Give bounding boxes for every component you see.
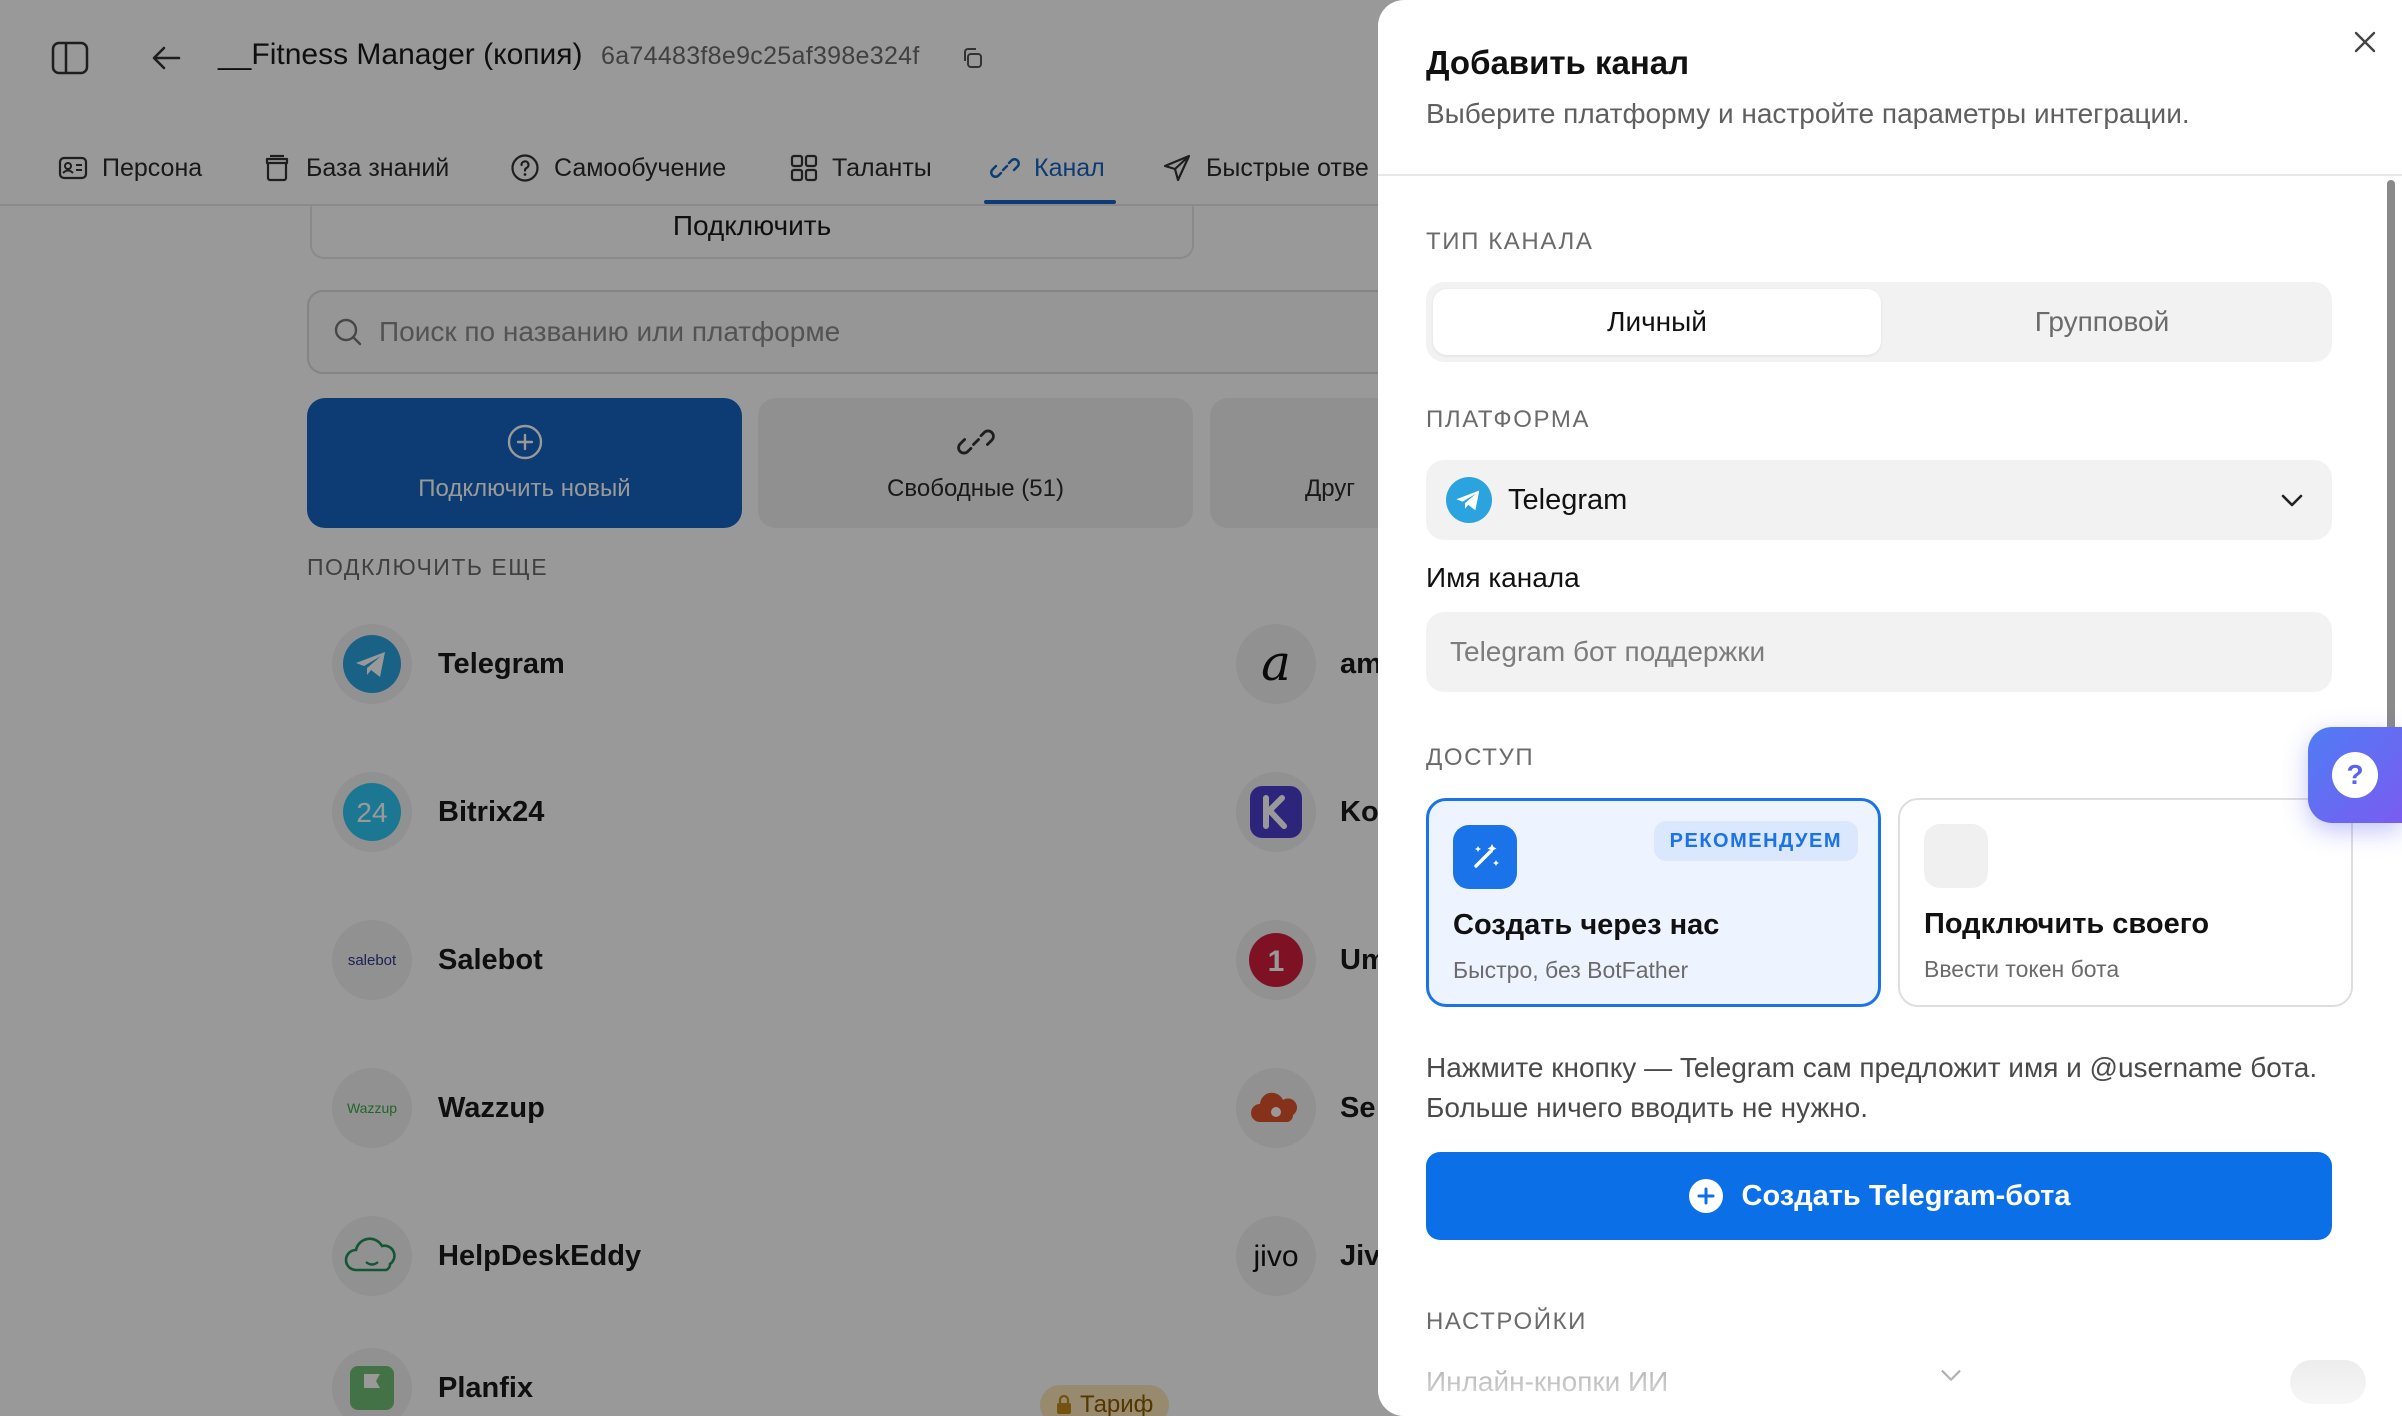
access-option-create[interactable]: РЕКОМЕНДУЕМ Создать через нас Быстро, бе… — [1426, 798, 1881, 1007]
channel-name-label: Имя канала — [1426, 562, 1580, 593]
recommended-badge: РЕКОМЕНДУЕМ — [1653, 821, 1858, 861]
chevron-down-icon[interactable] — [1936, 1360, 1966, 1390]
platform-select[interactable]: Telegram — [1426, 460, 2332, 540]
channel-type-personal[interactable]: Личный — [1433, 289, 1881, 355]
create-telegram-bot-button[interactable]: Создать Telegram-бота — [1426, 1152, 2332, 1240]
help-button[interactable]: ? — [2308, 727, 2402, 823]
channel-type-group[interactable]: Групповой — [1878, 289, 2326, 355]
help-icon: ? — [2332, 752, 2378, 798]
platform-heading: ПЛАТФОРМА — [1426, 406, 1591, 433]
panel-header: Добавить канал Выберите платформу и наст… — [1378, 0, 2402, 176]
create-bot-hint: Нажмите кнопку — Telegram сам предложит … — [1426, 1052, 2318, 1123]
panel-scrollbar[interactable] — [2387, 180, 2395, 740]
panel-subtitle: Выберите платформу и настройте параметры… — [1426, 98, 2190, 129]
inline-buttons-setting: Инлайн-кнопки ИИ — [1426, 1360, 2366, 1416]
plus-circle-icon — [1688, 1179, 1723, 1213]
inline-buttons-label: Инлайн-кнопки ИИ — [1426, 1366, 1669, 1397]
access-heading: ДОСТУП — [1426, 744, 1535, 771]
add-channel-panel: Добавить канал Выберите платформу и наст… — [1378, 0, 2402, 1416]
telegram-icon — [1446, 477, 1492, 523]
chevron-down-icon — [2281, 494, 2303, 507]
access-option-create-desc: Быстро, без BotFather — [1453, 957, 1689, 983]
channel-type-switch: Личный Групповой — [1426, 282, 2332, 362]
key-icon — [1924, 824, 1988, 888]
platform-value: Telegram — [1508, 483, 1628, 516]
channel-name-input[interactable] — [1426, 612, 2332, 692]
access-option-own[interactable]: Подключить своего Ввести токен бота — [1898, 798, 2353, 1007]
settings-heading: НАСТРОЙКИ — [1426, 1308, 1588, 1335]
access-option-create-title: Создать через нас — [1453, 909, 1720, 941]
create-telegram-bot-label: Создать Telegram-бота — [1741, 1179, 2071, 1212]
panel-title: Добавить канал — [1426, 44, 1690, 81]
inline-buttons-toggle[interactable] — [2290, 1360, 2366, 1404]
access-option-own-title: Подключить своего — [1924, 908, 2210, 940]
access-option-own-desc: Ввести токен бота — [1924, 956, 2120, 982]
magic-wand-icon — [1453, 825, 1517, 889]
channel-type-heading: ТИП КАНАЛА — [1426, 228, 1594, 255]
close-icon[interactable] — [2343, 20, 2387, 64]
